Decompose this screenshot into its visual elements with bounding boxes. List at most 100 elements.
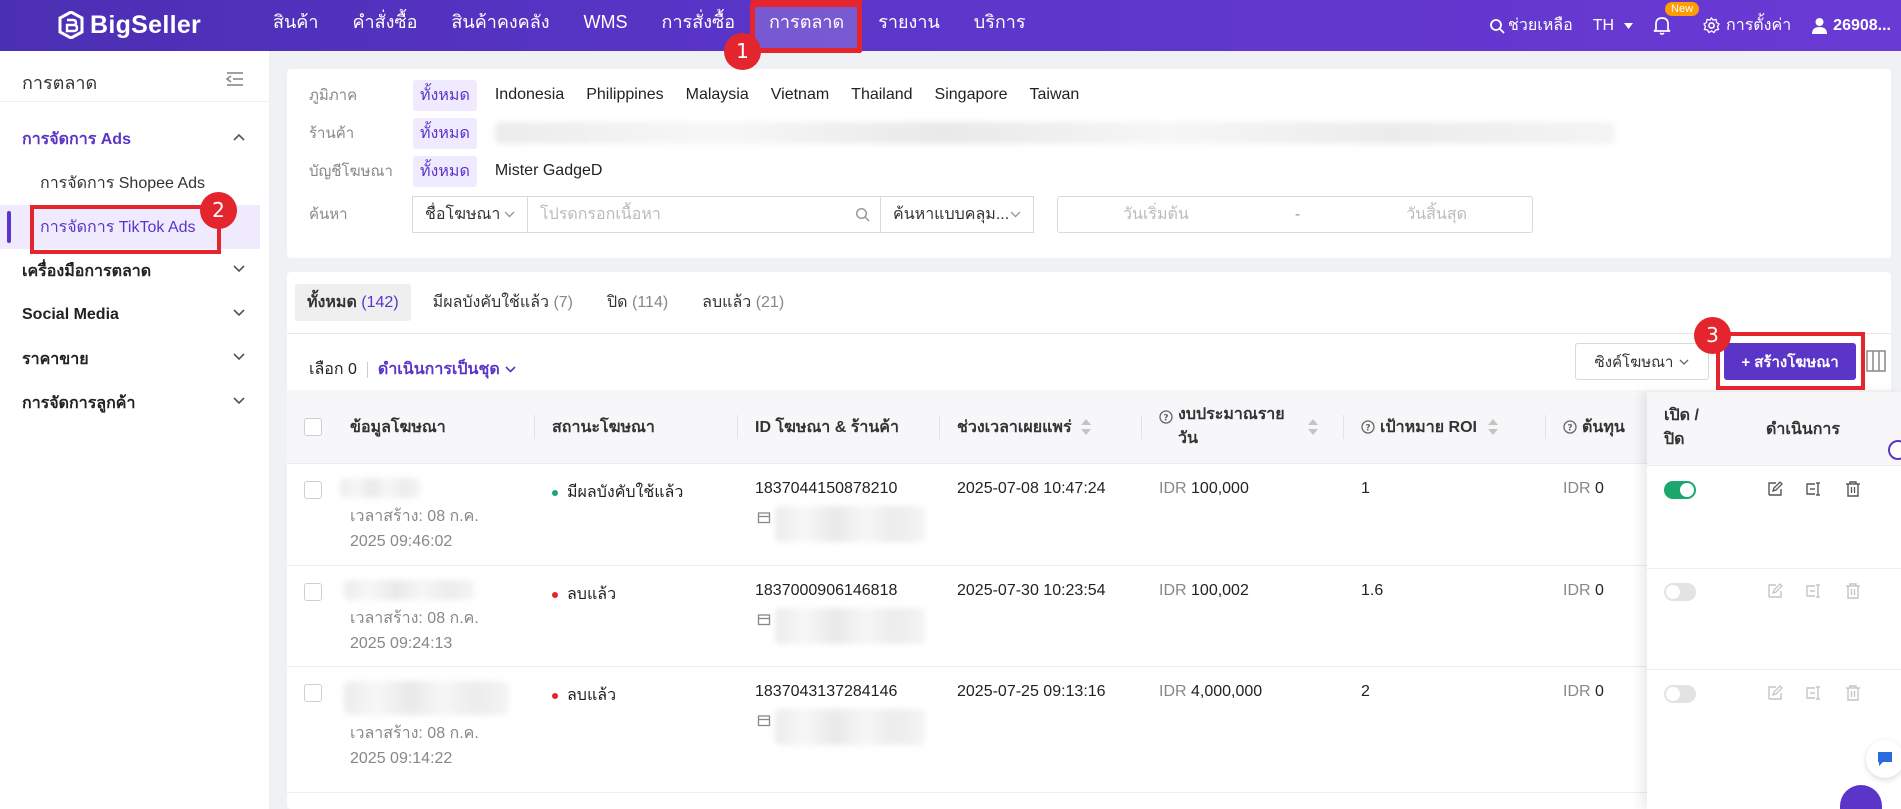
- tab-label: ลบแล้ว: [702, 294, 752, 311]
- nav-orders[interactable]: คำสั่งซื้อ: [335, 0, 434, 51]
- col-publish-period[interactable]: ช่วงเวลาเผยแพร่: [957, 390, 1092, 464]
- target-roi: 2: [1361, 683, 1370, 700]
- row-checkbox[interactable]: [304, 583, 322, 601]
- nav-products[interactable]: สินค้า: [256, 0, 335, 51]
- tab-count: (7): [553, 294, 573, 311]
- search-input[interactable]: โปรดกรอกเนื้อหา: [527, 196, 881, 233]
- account-filter-row: บัญชีโฆษณา ทั้งหมด Mister GadgeD: [309, 155, 624, 187]
- select-all-checkbox[interactable]: [304, 418, 322, 436]
- col-separator: [1141, 415, 1142, 439]
- status-label: ลบแล้ว: [567, 687, 617, 704]
- step-marker-3: 3: [1694, 317, 1731, 354]
- edit-icon[interactable]: [1767, 583, 1783, 599]
- col-daily-budget[interactable]: ? งบประมาณราย วัน: [1159, 390, 1319, 464]
- col-ad-id-shop: ID โฆษณา & ร้านค้า: [755, 418, 899, 436]
- help-link[interactable]: ช่วยเหลือ: [1489, 13, 1573, 38]
- bigseller-logo-icon: [58, 11, 84, 39]
- ad-name-blurred: [340, 478, 420, 498]
- column-settings-icon[interactable]: [1866, 350, 1886, 372]
- region-option[interactable]: Singapore: [935, 86, 1008, 104]
- budget-value: 100,000: [1191, 480, 1249, 497]
- region-option[interactable]: Malaysia: [686, 86, 749, 104]
- nav-reports[interactable]: รายงาน: [861, 0, 957, 51]
- notification-bell[interactable]: New: [1653, 2, 1700, 35]
- sync-ads-button[interactable]: ซิงค์โฆษณา: [1575, 343, 1709, 380]
- tab-off[interactable]: ปิด (114): [595, 284, 680, 321]
- region-option[interactable]: Thailand: [851, 86, 912, 104]
- account-chip-all[interactable]: ทั้งหมด: [413, 155, 477, 187]
- sort-icon[interactable]: [1487, 418, 1499, 436]
- copy-text-icon[interactable]: [1806, 685, 1822, 701]
- cost-currency: IDR: [1563, 582, 1591, 599]
- list-toolbar: เลือก 0 ดำเนินการเป็นชุด: [309, 351, 516, 388]
- language-selector[interactable]: TH: [1593, 17, 1634, 35]
- date-separator: -: [1294, 205, 1301, 223]
- tab-label: มีผลบังคับใช้แล้ว: [432, 294, 549, 311]
- tab-deleted[interactable]: ลบแล้ว (21): [690, 284, 796, 321]
- nav-wms[interactable]: WMS: [567, 0, 645, 51]
- ad-toggle-on[interactable]: [1664, 481, 1696, 499]
- target-roi: 1: [1361, 480, 1370, 497]
- sidebar: การตลาด การจัดการ Ads การจัดการ Shopee A…: [0, 51, 269, 809]
- sidebar-group-customers[interactable]: การจัดการลูกค้า: [0, 381, 269, 425]
- bulk-actions-dropdown[interactable]: ดำเนินการเป็นชุด: [378, 357, 516, 382]
- sidebar-group-marketing-tools[interactable]: เครื่องมือการตลาด: [0, 249, 269, 293]
- copy-text-icon[interactable]: [1806, 481, 1822, 497]
- region-option[interactable]: Vietnam: [771, 86, 829, 104]
- account-label: บัญชีโฆษณา: [309, 163, 393, 180]
- sort-icon[interactable]: [1307, 418, 1319, 436]
- sidebar-group-ads[interactable]: การจัดการ Ads: [0, 117, 269, 161]
- copy-text-icon[interactable]: [1806, 583, 1822, 599]
- nav-inventory[interactable]: สินค้าคงคลัง: [434, 0, 566, 51]
- highlight-box-tiktok-ads: [30, 205, 221, 254]
- tab-active[interactable]: มีผลบังคับใช้แล้ว (7): [421, 284, 585, 321]
- search-label: ค้นหา: [309, 206, 348, 223]
- col-target-roi[interactable]: ? เป้าหมาย ROI: [1361, 390, 1499, 464]
- row-checkbox[interactable]: [304, 481, 322, 499]
- nav-services[interactable]: บริการ: [957, 0, 1043, 51]
- sidebar-group-social-media[interactable]: Social Media: [0, 293, 269, 337]
- target-roi: 1.6: [1361, 582, 1384, 599]
- search-icon[interactable]: [855, 207, 870, 222]
- search-field-select[interactable]: ชื่อโฆษณา: [412, 196, 528, 233]
- region-option[interactable]: Indonesia: [495, 86, 564, 104]
- budget-currency: IDR: [1159, 683, 1187, 700]
- date-range-picker[interactable]: วันเริ่มต้น - วันสิ้นสุด: [1057, 196, 1533, 233]
- col-daily-budget-line1: งบประมาณราย: [1178, 406, 1285, 423]
- search-mode-select[interactable]: ค้นหาแบบคลุม...: [880, 196, 1034, 233]
- collapse-sidebar-icon[interactable]: [226, 71, 244, 87]
- shop-chip-all[interactable]: ทั้งหมด: [413, 117, 477, 149]
- ad-name-blurred: [344, 580, 474, 600]
- delete-icon[interactable]: [1845, 685, 1861, 701]
- svg-text:?: ?: [1365, 424, 1370, 434]
- settings-label: การตั้งค่า: [1726, 17, 1792, 34]
- delete-icon[interactable]: [1845, 583, 1861, 599]
- bigseller-logo[interactable]: BigSeller: [58, 10, 201, 40]
- settings-link[interactable]: การตั้งค่า: [1703, 13, 1791, 38]
- sidebar-group-pricing[interactable]: ราคาขาย: [0, 337, 269, 381]
- cost: IDR 0: [1563, 683, 1604, 701]
- user-menu[interactable]: 26908...: [1811, 17, 1891, 35]
- chat-support-button[interactable]: [1866, 740, 1901, 778]
- ad-toggle-off[interactable]: [1664, 583, 1696, 601]
- search-icon: [1490, 18, 1505, 34]
- date-start-placeholder: วันเริ่มต้น: [1123, 206, 1189, 223]
- tab-all[interactable]: ทั้งหมด (142): [295, 284, 411, 321]
- edit-icon[interactable]: [1767, 685, 1783, 701]
- row-checkbox[interactable]: [304, 684, 322, 702]
- ad-toggle-off[interactable]: [1664, 685, 1696, 703]
- region-option[interactable]: Philippines: [586, 86, 663, 104]
- region-chip-all[interactable]: ทั้งหมด: [413, 79, 477, 111]
- delete-icon[interactable]: [1845, 481, 1861, 497]
- shop-name-blurred: [775, 709, 925, 745]
- cost-currency: IDR: [1563, 480, 1591, 497]
- top-navigation-bar: BigSeller สินค้า คำสั่งซื้อ สินค้าคงคลัง…: [0, 0, 1901, 52]
- region-option[interactable]: Taiwan: [1030, 86, 1080, 104]
- floating-assistant-icon[interactable]: [1888, 440, 1901, 460]
- edit-icon[interactable]: [1767, 481, 1783, 497]
- col-separator: [1343, 415, 1344, 439]
- sort-icon[interactable]: [1080, 418, 1092, 436]
- region-label: ภูมิภาค: [309, 87, 358, 104]
- toolbar-divider: [366, 361, 368, 378]
- account-option[interactable]: Mister GadgeD: [495, 162, 603, 180]
